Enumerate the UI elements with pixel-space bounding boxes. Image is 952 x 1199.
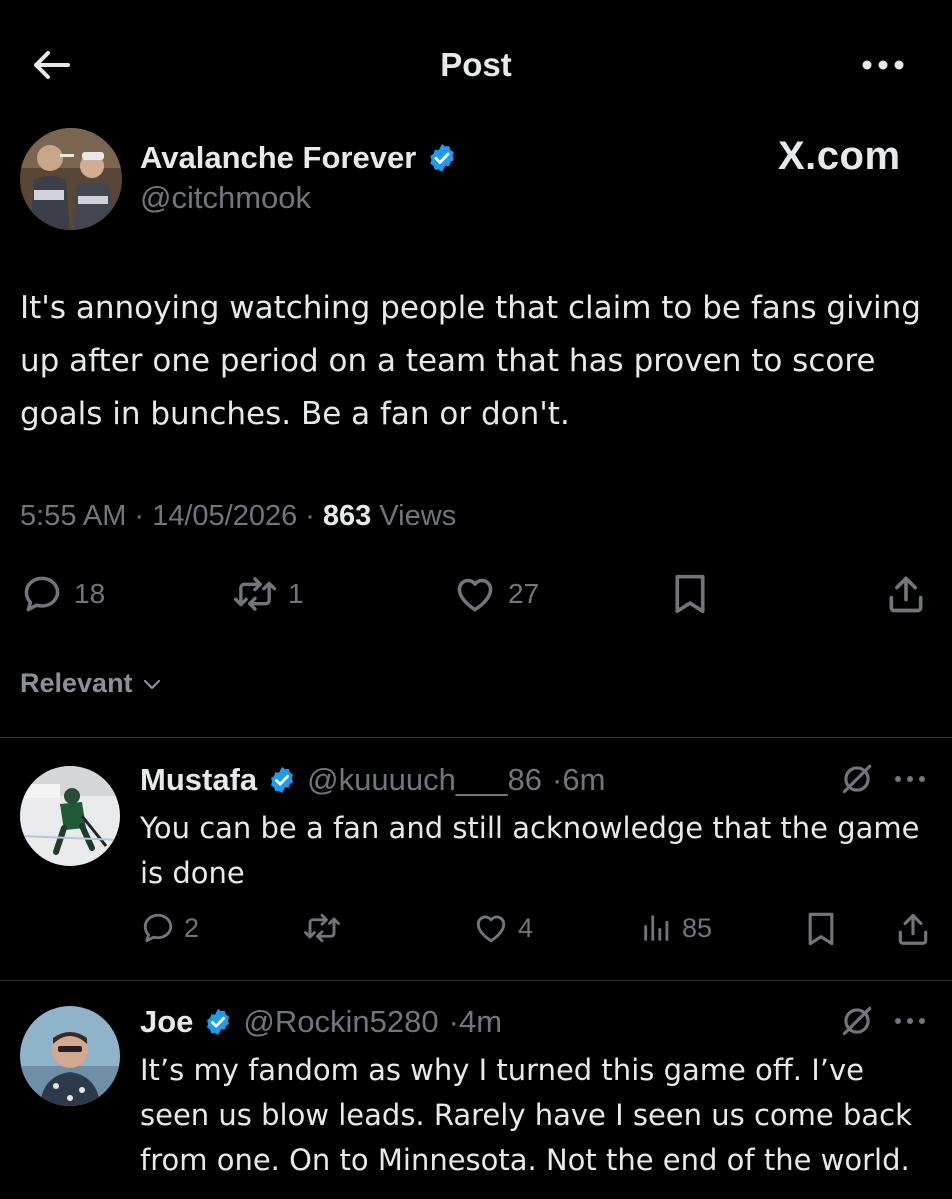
like-count: 27 [508,578,540,609]
repost-icon [232,572,278,616]
verified-badge-icon [267,765,297,795]
bookmark-icon [804,910,838,948]
reply-text: You can be a fan and still acknowledge t… [140,811,920,890]
bookmark-button[interactable] [804,910,838,948]
reply-button[interactable]: 18 [20,572,105,616]
post-time[interactable]: 5:55 AM [20,500,126,533]
reply-author-name[interactable]: Mustafa [140,762,257,798]
repost-button[interactable] [302,910,342,946]
meta-separator: · [552,762,563,797]
share-icon [894,910,932,948]
divider [0,980,952,981]
share-button[interactable] [894,910,932,948]
meta-separator: · [448,1004,459,1039]
repost-icon [302,910,342,946]
meta-separator: · [134,500,145,532]
like-count: 4 [518,912,534,943]
like-button[interactable]: 27 [452,572,539,616]
more-options-icon[interactable] [858,48,908,82]
reply-count: 18 [74,578,106,609]
more-options-icon[interactable] [892,1004,928,1038]
post-date[interactable]: 14/05/2026 [152,500,297,533]
bookmark-icon [670,572,710,616]
reply-author-handle[interactable]: @kuuuuch___86 [307,762,542,798]
views-button[interactable]: 85 [640,910,712,946]
views-count: 85 [682,912,713,943]
reply-avatar[interactable] [20,766,120,866]
repost-button[interactable]: 1 [232,572,304,616]
reply-icon [140,910,176,946]
author-handle[interactable]: @citchmook [140,180,311,216]
author-name[interactable]: Avalanche Forever [140,140,416,176]
reply-count: 2 [184,912,200,943]
reply-button[interactable]: 2 [140,910,199,946]
reply-author-name[interactable]: Joe [140,1004,193,1040]
sort-replies-dropdown[interactable]: Relevant [20,668,163,699]
like-button[interactable]: 4 [472,910,533,946]
views-label: Views [379,500,457,532]
chevron-down-icon [141,673,163,695]
reply-text: It’s my fandom as why I turned this game… [140,1053,912,1177]
more-options-icon[interactable] [892,762,928,796]
verified-badge-icon [203,1007,233,1037]
divider [0,737,952,738]
share-icon [884,572,928,616]
post-meta: 5:55 AM · 14/05/2026 · 863 Views [20,500,456,533]
grok-icon[interactable] [838,760,876,798]
brand-watermark: X.com [778,134,901,178]
sort-label: Relevant [20,668,133,698]
page-title: Post [440,46,512,83]
reply-avatar[interactable] [20,1006,120,1106]
repost-count: 1 [288,578,304,609]
reply-time: 6m [562,762,606,797]
bookmark-button[interactable] [670,572,710,616]
heart-icon [452,572,498,616]
reply-author-handle[interactable]: @Rockin5280 [243,1004,438,1040]
author-avatar[interactable] [20,128,122,230]
verified-badge-icon [426,142,458,174]
heart-icon [472,910,510,946]
reply-time: 4m [458,1004,503,1039]
analytics-icon [640,910,674,946]
post-text: It's annoying watching people that claim… [20,290,921,432]
reply-icon [20,572,64,616]
views-count: 863 [322,500,372,532]
grok-icon[interactable] [838,1002,876,1040]
meta-separator: · [305,500,315,532]
share-button[interactable] [884,572,928,616]
